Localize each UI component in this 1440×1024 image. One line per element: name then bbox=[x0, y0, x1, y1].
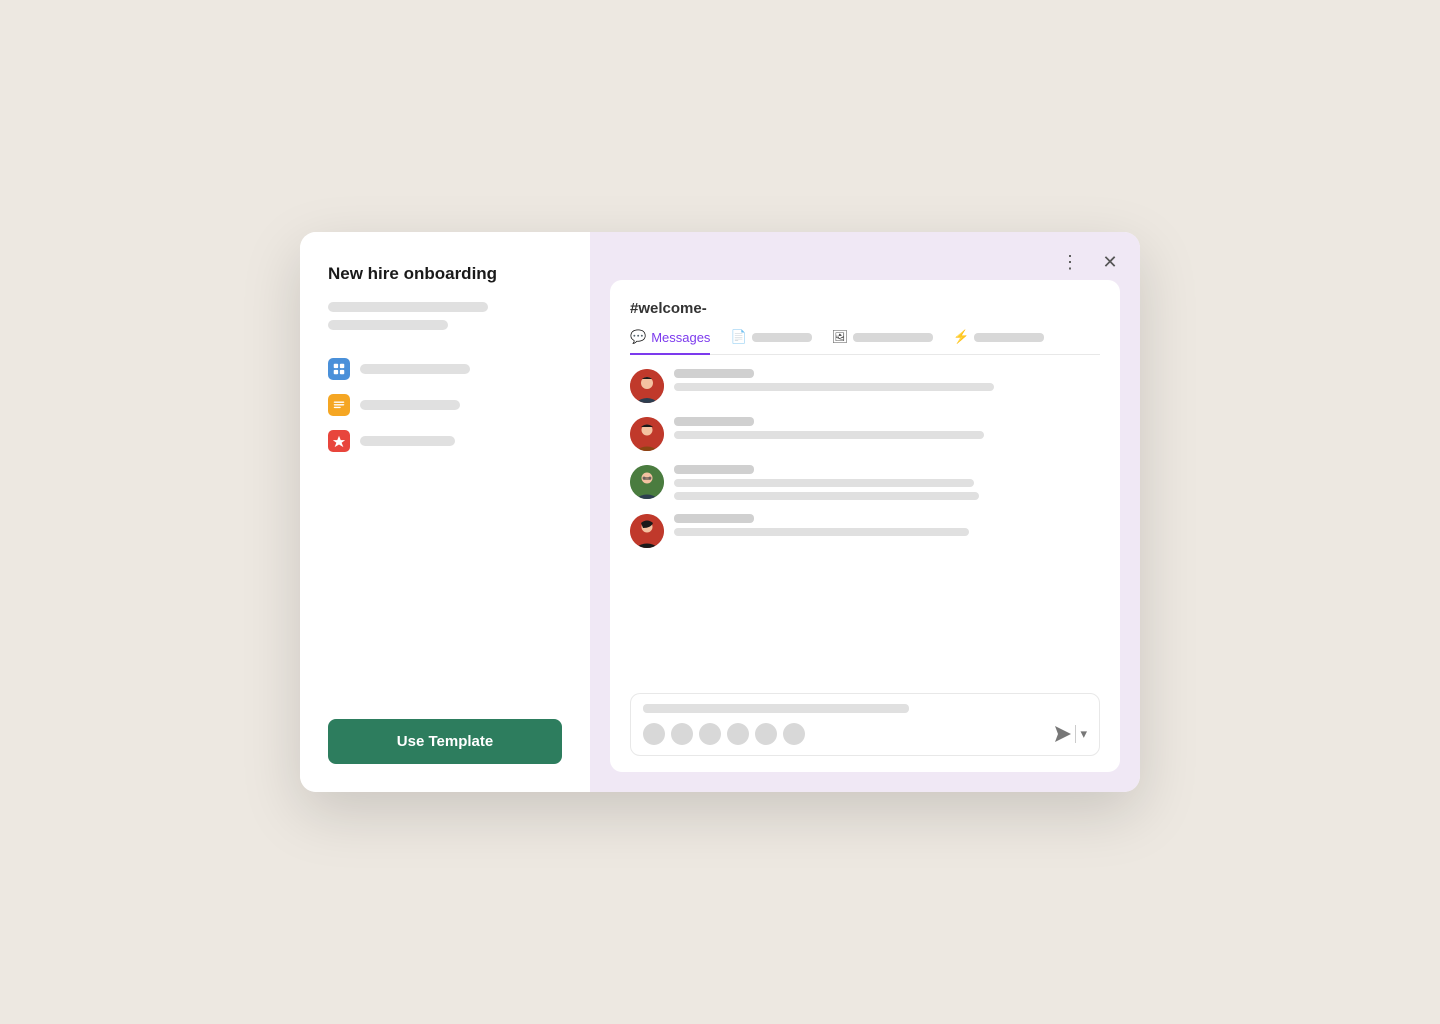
tab-activity[interactable]: ⚡ bbox=[953, 329, 1044, 354]
msg-name-skeleton bbox=[674, 514, 754, 523]
close-button[interactable]: ✕ bbox=[1096, 248, 1124, 276]
send-area: ▾ bbox=[1055, 725, 1087, 743]
msg-name-skeleton bbox=[674, 369, 754, 378]
toolbar-format-btn[interactable] bbox=[755, 723, 777, 745]
desc-skeleton-1 bbox=[328, 302, 488, 312]
panel-controls: ⋮ ✕ bbox=[1056, 248, 1124, 276]
toolbar-emoji-btn[interactable] bbox=[643, 723, 665, 745]
photos-tab-skeleton bbox=[853, 333, 933, 342]
msg-name-skeleton bbox=[674, 417, 754, 426]
channel-card: #welcome- 💬 Messages 📄 🖼 ⚡ bbox=[610, 280, 1120, 772]
messages-tab-label: Messages bbox=[651, 330, 710, 345]
feature-icon-3 bbox=[328, 430, 350, 452]
feature-item-3 bbox=[328, 430, 562, 452]
feature-text-3 bbox=[360, 436, 455, 446]
desc-skeleton-2 bbox=[328, 320, 448, 330]
activity-tab-skeleton bbox=[974, 333, 1044, 342]
send-divider bbox=[1075, 725, 1076, 743]
msg-body-skeleton bbox=[674, 431, 984, 439]
avatar bbox=[630, 417, 664, 451]
feature-text-2 bbox=[360, 400, 460, 410]
feature-icon-1 bbox=[328, 358, 350, 380]
message-row bbox=[630, 514, 1100, 548]
message-content bbox=[674, 369, 1100, 391]
tab-files[interactable]: 📄 bbox=[730, 329, 811, 354]
feature-text-1 bbox=[360, 364, 470, 374]
modal-container: New hire onboarding bbox=[300, 232, 1140, 792]
msg-body-skeleton bbox=[674, 383, 994, 391]
toolbar-gif-btn[interactable] bbox=[727, 723, 749, 745]
avatar bbox=[630, 369, 664, 403]
use-template-button[interactable]: Use Template bbox=[328, 719, 562, 764]
toolbar-attach-btn[interactable] bbox=[699, 723, 721, 745]
send-button[interactable] bbox=[1055, 726, 1071, 742]
message-row bbox=[630, 369, 1100, 403]
close-icon: ✕ bbox=[1102, 252, 1117, 273]
message-content bbox=[674, 465, 1100, 500]
feature-item-1 bbox=[328, 358, 562, 380]
msg-body-skeleton bbox=[674, 479, 974, 487]
msg-body-skeleton-2 bbox=[674, 492, 979, 500]
avatar bbox=[630, 514, 664, 548]
message-row bbox=[630, 417, 1100, 451]
files-tab-icon: 📄 bbox=[730, 329, 746, 345]
send-options-button[interactable]: ▾ bbox=[1080, 726, 1087, 742]
avatar bbox=[630, 465, 664, 499]
right-panel: ⋮ ✕ #welcome- 💬 Messages 📄 🖼 bbox=[590, 232, 1140, 792]
tab-photos[interactable]: 🖼 bbox=[832, 329, 934, 354]
input-toolbar: ▾ bbox=[643, 723, 1087, 745]
photos-tab-icon: 🖼 bbox=[832, 329, 849, 345]
input-placeholder-skeleton bbox=[643, 704, 909, 713]
files-tab-skeleton bbox=[752, 333, 812, 342]
msg-body-skeleton bbox=[674, 528, 969, 536]
feature-list bbox=[328, 358, 562, 719]
feature-icon-2 bbox=[328, 394, 350, 416]
description-lines bbox=[328, 302, 562, 338]
messages-tab-icon: 💬 bbox=[630, 329, 646, 345]
tabs-bar: 💬 Messages 📄 🖼 ⚡ bbox=[630, 329, 1100, 355]
message-input-box[interactable]: ▾ bbox=[630, 693, 1100, 756]
channel-name: #welcome- bbox=[630, 300, 1100, 317]
panel-title: New hire onboarding bbox=[328, 264, 562, 284]
message-row bbox=[630, 465, 1100, 500]
msg-name-skeleton bbox=[674, 465, 754, 474]
messages-list bbox=[630, 369, 1100, 682]
message-content bbox=[674, 514, 1100, 536]
toolbar-mention-btn[interactable] bbox=[671, 723, 693, 745]
more-options-button[interactable]: ⋮ bbox=[1056, 248, 1084, 276]
toolbar-more-btn[interactable] bbox=[783, 723, 805, 745]
feature-item-2 bbox=[328, 394, 562, 416]
left-panel: New hire onboarding bbox=[300, 232, 590, 792]
activity-tab-icon: ⚡ bbox=[953, 329, 969, 345]
tab-messages[interactable]: 💬 Messages bbox=[630, 329, 710, 355]
more-icon: ⋮ bbox=[1061, 252, 1079, 273]
message-content bbox=[674, 417, 1100, 439]
